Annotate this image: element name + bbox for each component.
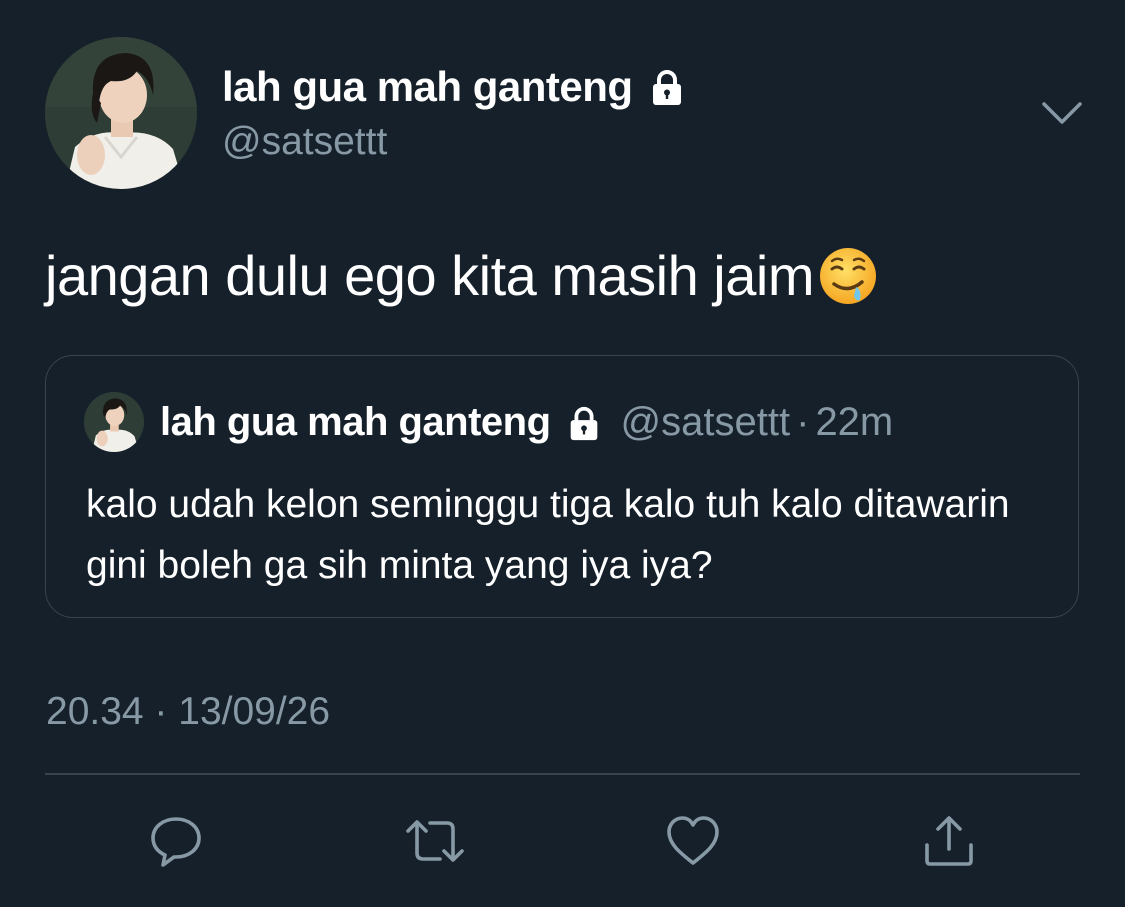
- tweet-timestamp[interactable]: 20.34 · 13/09/26: [46, 690, 330, 734]
- separator-dot: ·: [796, 400, 810, 444]
- quoted-tweet-header: lah gua mah ganteng @satsettt · 22m: [160, 400, 893, 445]
- divider: [45, 773, 1080, 775]
- tweet-text-content: jangan dulu ego kita masih jaim: [45, 244, 814, 307]
- like-icon[interactable]: [664, 813, 722, 869]
- quoted-tweet-time: 22m: [815, 400, 894, 444]
- author-display-name[interactable]: lah gua mah ganteng: [222, 63, 687, 111]
- share-icon[interactable]: [920, 813, 978, 869]
- quoted-author-display-name: lah gua mah ganteng: [160, 400, 551, 444]
- lock-icon: [647, 67, 687, 107]
- author-handle[interactable]: @satsettt: [222, 120, 387, 164]
- author-avatar[interactable]: [45, 37, 197, 189]
- tweet-text: jangan dulu ego kita masih jaim: [45, 243, 878, 308]
- lock-icon: [565, 404, 603, 442]
- display-name-text: lah gua mah ganteng: [222, 63, 633, 110]
- quoted-tweet-text: kalo udah kelon seminggu tiga kalo tuh k…: [86, 483, 1010, 587]
- tweet-detail: lah gua mah ganteng @satsettt jangan dul…: [0, 0, 1125, 907]
- reply-icon[interactable]: [147, 813, 205, 869]
- quoted-author-handle: @satsettt: [620, 400, 791, 444]
- drooling-face-emoji-icon: [818, 246, 878, 306]
- retweet-icon[interactable]: [404, 813, 466, 869]
- quoted-author-avatar[interactable]: [84, 392, 144, 452]
- chevron-down-icon[interactable]: [1040, 98, 1084, 128]
- quoted-tweet-card[interactable]: lah gua mah ganteng @satsettt · 22m kalo…: [45, 355, 1079, 618]
